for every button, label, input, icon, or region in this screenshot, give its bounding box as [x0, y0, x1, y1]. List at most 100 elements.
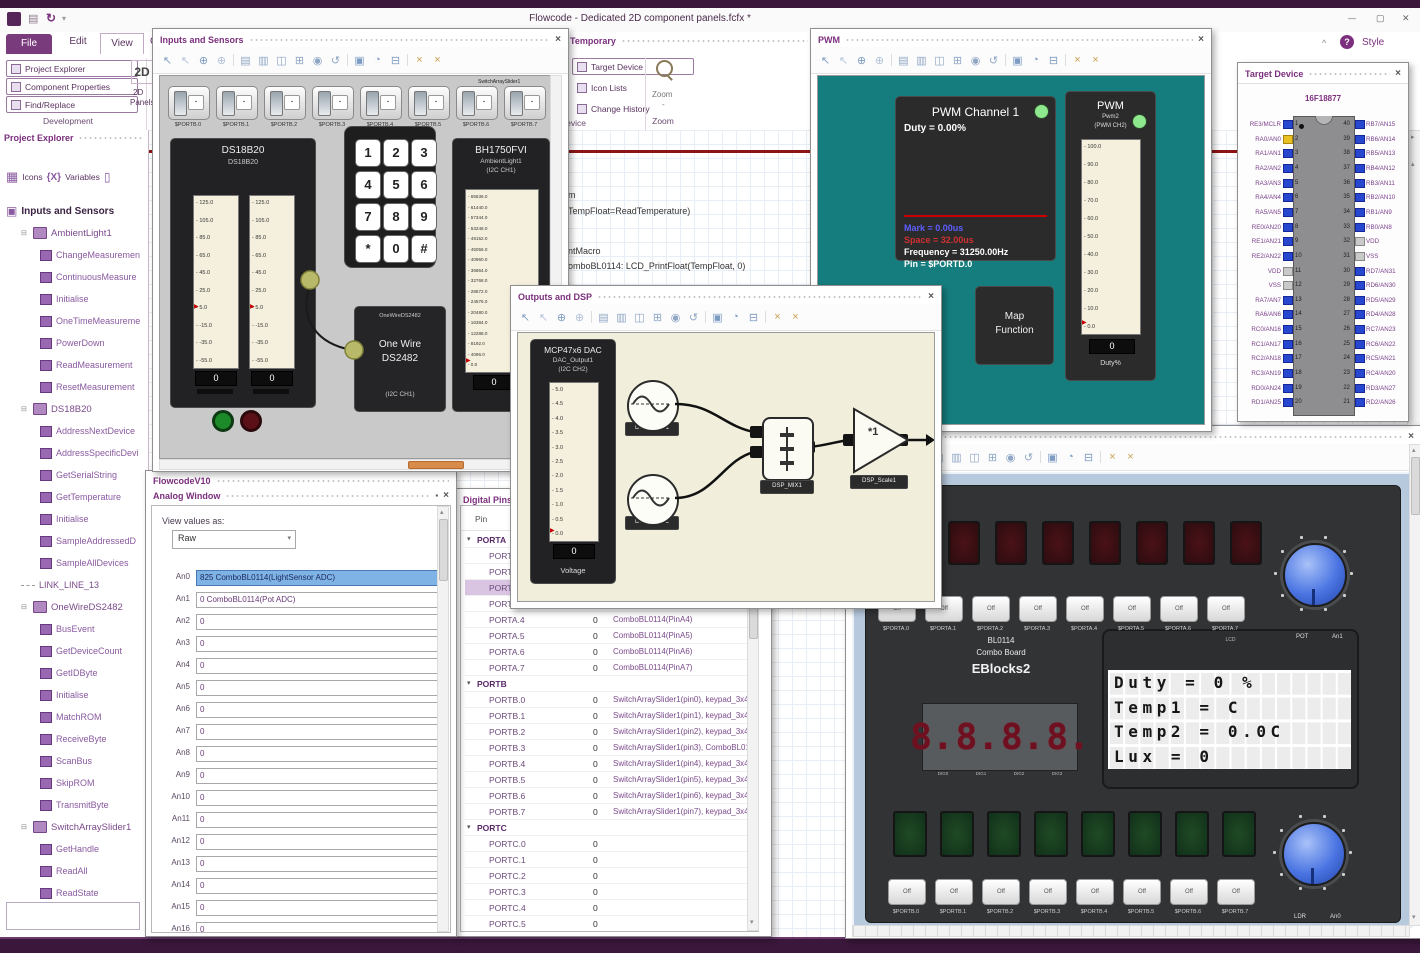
- digital-row-portc[interactable]: ▾ PORTC: [465, 820, 751, 836]
- help-icon[interactable]: ?: [1340, 35, 1354, 49]
- panel-2d-button[interactable]: 2D: [131, 60, 153, 84]
- icon-lists-toggle[interactable]: Icon Lists: [572, 79, 694, 96]
- port-button-$porta.2[interactable]: Off: [972, 596, 1010, 622]
- keypad-key-8[interactable]: 8: [383, 203, 409, 231]
- digital-row-portc.1[interactable]: PORTC.1 0: [465, 852, 751, 868]
- pin-pad[interactable]: [1283, 163, 1293, 173]
- expander-icon[interactable]: ⊟: [21, 405, 29, 413]
- tree-item-transmitbyte[interactable]: TransmitByte: [2, 794, 146, 816]
- port-button-$portb.4[interactable]: Off: [1076, 879, 1114, 905]
- pin-pad[interactable]: [1355, 325, 1365, 335]
- multi-select-icon[interactable]: ↖: [179, 54, 192, 67]
- digital-row-portb.7[interactable]: PORTB.7 0 SwitchArraySlider1(pin7), keypad…: [465, 804, 758, 820]
- pin-pad[interactable]: [1355, 339, 1365, 349]
- analog-value-input-an12[interactable]: 0: [196, 834, 444, 850]
- keypad-key-9[interactable]: 9: [411, 203, 437, 231]
- scroll-thumb[interactable]: [439, 519, 448, 581]
- port-button-$portb.0[interactable]: Off: [888, 879, 926, 905]
- analog-value-input-an1[interactable]: 0 ComboBL0114(Pot ADC): [196, 592, 444, 608]
- digital-row-porta.7[interactable]: PORTA.7 0 ComboBL0114(PinA7): [465, 660, 751, 676]
- pin-pad[interactable]: [1355, 266, 1365, 276]
- port-button-$porta.5[interactable]: Off: [1113, 596, 1151, 622]
- analog-value-input-an13[interactable]: 0: [196, 856, 444, 872]
- pin-pad[interactable]: [1283, 295, 1293, 305]
- pin-pad[interactable]: [1283, 237, 1293, 247]
- tree-item-powerdown[interactable]: PowerDown: [2, 332, 146, 354]
- pin-pad[interactable]: [1283, 149, 1293, 159]
- analog-window-titlebar[interactable]: Analog Window ▪ ×: [146, 486, 456, 506]
- component-icon[interactable]: ▣: [1011, 54, 1024, 67]
- switch-handle[interactable]: [510, 91, 523, 116]
- pin-pad[interactable]: [1283, 281, 1293, 291]
- delete-icon[interactable]: ×: [789, 311, 802, 323]
- icons-grid-icon[interactable]: ▦: [6, 169, 18, 185]
- analog-value-input-an7[interactable]: 0: [196, 724, 444, 740]
- pin-highlight[interactable]: [1283, 134, 1293, 144]
- tree-item-initialise[interactable]: Initialise: [2, 508, 146, 530]
- port-button-$portb.7[interactable]: Off: [1217, 879, 1255, 905]
- slide-switch-$portb.1[interactable]: ▪: [216, 86, 258, 120]
- pin-pad[interactable]: [1283, 354, 1293, 364]
- close-icon[interactable]: ×: [1198, 35, 1204, 45]
- slide-switch-$portb.4[interactable]: ▪: [360, 86, 402, 120]
- component-icon[interactable]: ▣: [711, 311, 724, 324]
- tab-view[interactable]: View: [100, 33, 144, 54]
- digital-row-portc.4[interactable]: PORTC.4 0: [465, 900, 751, 916]
- project-explorer-button[interactable]: Project Explorer: [6, 60, 138, 77]
- tree-item-gethandle[interactable]: GetHandle: [2, 838, 146, 860]
- analog-value-input-an10[interactable]: 0: [196, 790, 444, 806]
- scroll-down-icon[interactable]: ▾: [750, 919, 754, 927]
- pin-pad[interactable]: [1355, 310, 1365, 320]
- save-icon[interactable]: ▤: [28, 12, 38, 25]
- close-icon[interactable]: ×: [1408, 432, 1414, 442]
- pin-pad[interactable]: [1355, 222, 1365, 232]
- change-history-toggle[interactable]: Change History: [572, 100, 694, 117]
- cut-icon[interactable]: ×: [1106, 451, 1119, 463]
- grid-icon[interactable]: ⊞: [986, 451, 999, 464]
- select-cursor-icon[interactable]: ↖: [819, 54, 832, 67]
- pin-pad[interactable]: [1355, 178, 1365, 188]
- switch-handle[interactable]: [414, 91, 427, 116]
- clone-icon[interactable]: ◫: [633, 311, 646, 324]
- cut-icon[interactable]: ×: [771, 311, 784, 323]
- zoom-magnifier-icon[interactable]: [656, 60, 673, 77]
- digital-column-header[interactable]: Pin: [475, 514, 487, 524]
- digital-row-portb[interactable]: ▾ PORTB: [465, 676, 751, 692]
- paste-icon[interactable]: ▥: [950, 451, 963, 464]
- copy-icon[interactable]: ▤: [239, 54, 252, 67]
- camera-icon[interactable]: ◉: [311, 54, 324, 67]
- scroll-right-icon[interactable]: ▸: [1411, 134, 1415, 142]
- port-button-$portb.5[interactable]: Off: [1123, 879, 1161, 905]
- app-icon[interactable]: [7, 12, 21, 26]
- find-replace-button[interactable]: Find/Replace: [6, 96, 138, 113]
- clock-icon[interactable]: ◔: [1029, 54, 1042, 66]
- tree-item-readall[interactable]: ReadAll: [2, 860, 146, 882]
- keypad-key-4[interactable]: 4: [355, 171, 381, 199]
- port-button-$portb.1[interactable]: Off: [935, 879, 973, 905]
- copy-icon[interactable]: ▤: [597, 311, 610, 324]
- group-expander-icon[interactable]: ▾: [467, 676, 471, 692]
- tree-item-receivebyte[interactable]: ReceiveByte: [2, 728, 146, 750]
- analog-value-input-an6[interactable]: 0: [196, 702, 444, 718]
- component-icon[interactable]: ▣: [1046, 451, 1059, 464]
- pin-pad[interactable]: [1283, 339, 1293, 349]
- board-horizontal-scrollbar[interactable]: [852, 925, 1410, 937]
- component-icon[interactable]: ▣: [353, 54, 366, 67]
- keypad-key-6[interactable]: 6: [411, 171, 437, 199]
- grid-icon[interactable]: ⊞: [651, 311, 664, 324]
- keypad-key-7[interactable]: 7: [355, 203, 381, 231]
- meter-marker-icon[interactable]: ▶: [194, 304, 199, 310]
- digital-row-portb.2[interactable]: PORTB.2 0 SwitchArraySlider1(pin2), keypad…: [465, 724, 758, 740]
- tree-item-ds18b20[interactable]: ⊟ DS18B20: [2, 398, 146, 420]
- tree-item-readstate[interactable]: ReadState: [2, 882, 146, 904]
- pin-pad-power[interactable]: [1355, 251, 1365, 261]
- zoom-area-icon[interactable]: ⊕: [873, 54, 886, 67]
- close-icon[interactable]: ×: [443, 491, 449, 501]
- pin-pad[interactable]: [1283, 325, 1293, 335]
- copy-icon[interactable]: ▤: [897, 54, 910, 67]
- analog-value-input-an16[interactable]: 0: [196, 922, 444, 932]
- scroll-up-icon[interactable]: ▴: [1411, 161, 1415, 169]
- pin-pad[interactable]: [1355, 149, 1365, 159]
- tree-item-onewireds2482[interactable]: ⊟ OneWireDS2482: [2, 596, 146, 618]
- multi-select-icon[interactable]: ↖: [537, 311, 550, 324]
